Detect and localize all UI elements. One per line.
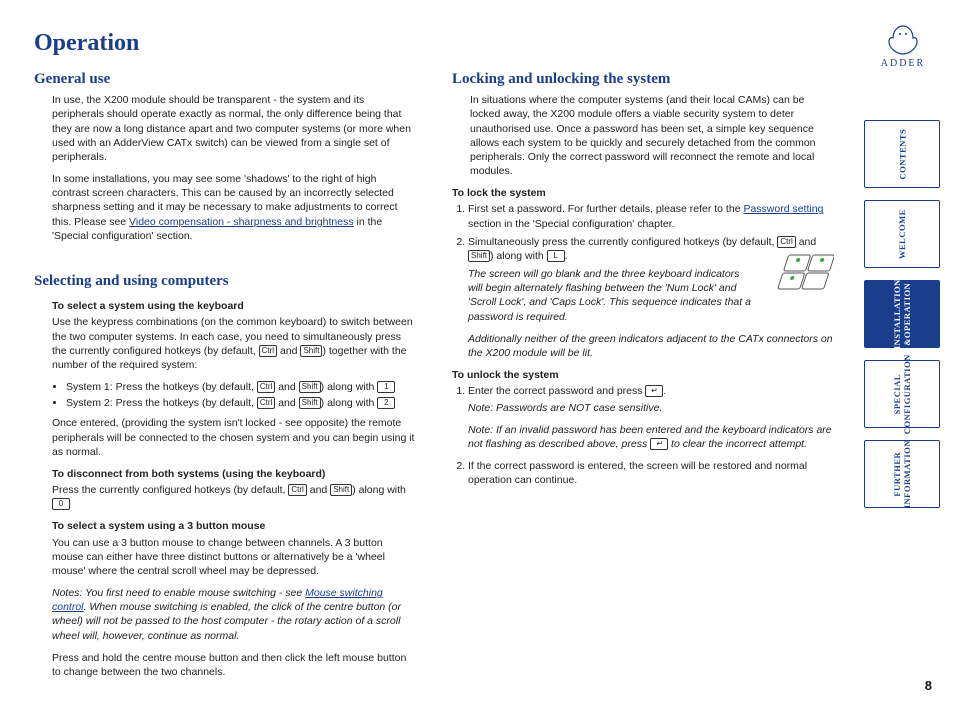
tab-contents[interactable]: CONTENTS	[864, 120, 940, 188]
key-shift: Shift	[300, 345, 322, 357]
unlock-steps: Enter the correct password and press ↵. …	[452, 384, 834, 487]
general-p1: In use, the X200 module should be transp…	[52, 93, 416, 164]
tab-special-configuration[interactable]: SPECIAL CONFIGURATION	[864, 360, 940, 428]
select-kb-p2: Once entered, (providing the system isn'…	[52, 416, 416, 459]
heading-selecting: Selecting and using computers	[34, 271, 416, 291]
link-video-compensation[interactable]: Video compensation - sharpness and brigh…	[129, 216, 354, 228]
sub-mouse: To select a system using a 3 button mous…	[52, 519, 416, 533]
sub-lock: To lock the system	[452, 186, 834, 200]
disconnect-p1: Press the currently configured hotkeys (…	[52, 483, 416, 511]
heading-general-use: General use	[34, 69, 416, 89]
system-bullets: System 1: Press the hotkeys (by default,…	[52, 380, 416, 410]
link-password-setting[interactable]: Password setting	[743, 203, 823, 215]
page-title: Operation	[34, 30, 834, 57]
logo-text: ADDER	[881, 58, 925, 69]
page-number: 8	[925, 678, 932, 693]
side-nav-tabs: CONTENTS WELCOME INSTALLATION &OPERATION…	[864, 120, 940, 508]
sub-unlock: To unlock the system	[452, 368, 834, 382]
right-column: Locking and unlocking the system In situ…	[452, 63, 834, 687]
lock-step1: First set a password. For further detail…	[468, 202, 834, 230]
adder-logo: ADDER	[868, 24, 938, 69]
key-ctrl: Ctrl	[259, 345, 277, 357]
key-enter: ↵	[645, 385, 663, 397]
lock-step2: Simultaneously press the currently confi…	[468, 235, 834, 360]
bullet-system2: System 2: Press the hotkeys (by default,…	[66, 396, 416, 410]
sub-select-keyboard: To select a system using the keyboard	[52, 299, 416, 313]
select-kb-p1: Use the keypress combinations (on the co…	[52, 315, 416, 372]
unlock-step2: If the correct password is entered, the …	[468, 459, 834, 487]
keyboard-leds-diagram	[762, 251, 834, 311]
tab-welcome[interactable]: WELCOME	[864, 200, 940, 268]
bullet-system1: System 1: Press the hotkeys (by default,…	[66, 380, 416, 394]
tab-further-information[interactable]: FURTHER INFORMATION	[864, 440, 940, 508]
lock-steps: First set a password. For further detail…	[452, 202, 834, 360]
left-column: General use In use, the X200 module shou…	[34, 63, 416, 687]
general-p2: In some installations, you may see some …	[52, 172, 416, 243]
locking-p1: In situations where the computer systems…	[470, 93, 834, 178]
lock-ital2: Additionally neither of the green indica…	[468, 332, 834, 360]
unlock-step1: Enter the correct password and press ↵. …	[468, 384, 834, 451]
mouse-p1: You can use a 3 button mouse to change b…	[52, 536, 416, 579]
mouse-note: Notes: You first need to enable mouse sw…	[52, 586, 416, 643]
tab-installation-operation[interactable]: INSTALLATION &OPERATION	[864, 280, 940, 348]
heading-locking: Locking and unlocking the system	[452, 69, 834, 89]
unlock-note2: Note: If an invalid password has been en…	[468, 423, 834, 451]
sub-disconnect: To disconnect from both systems (using t…	[52, 467, 416, 481]
unlock-note1: Note: Passwords are NOT case sensitive.	[468, 401, 834, 415]
